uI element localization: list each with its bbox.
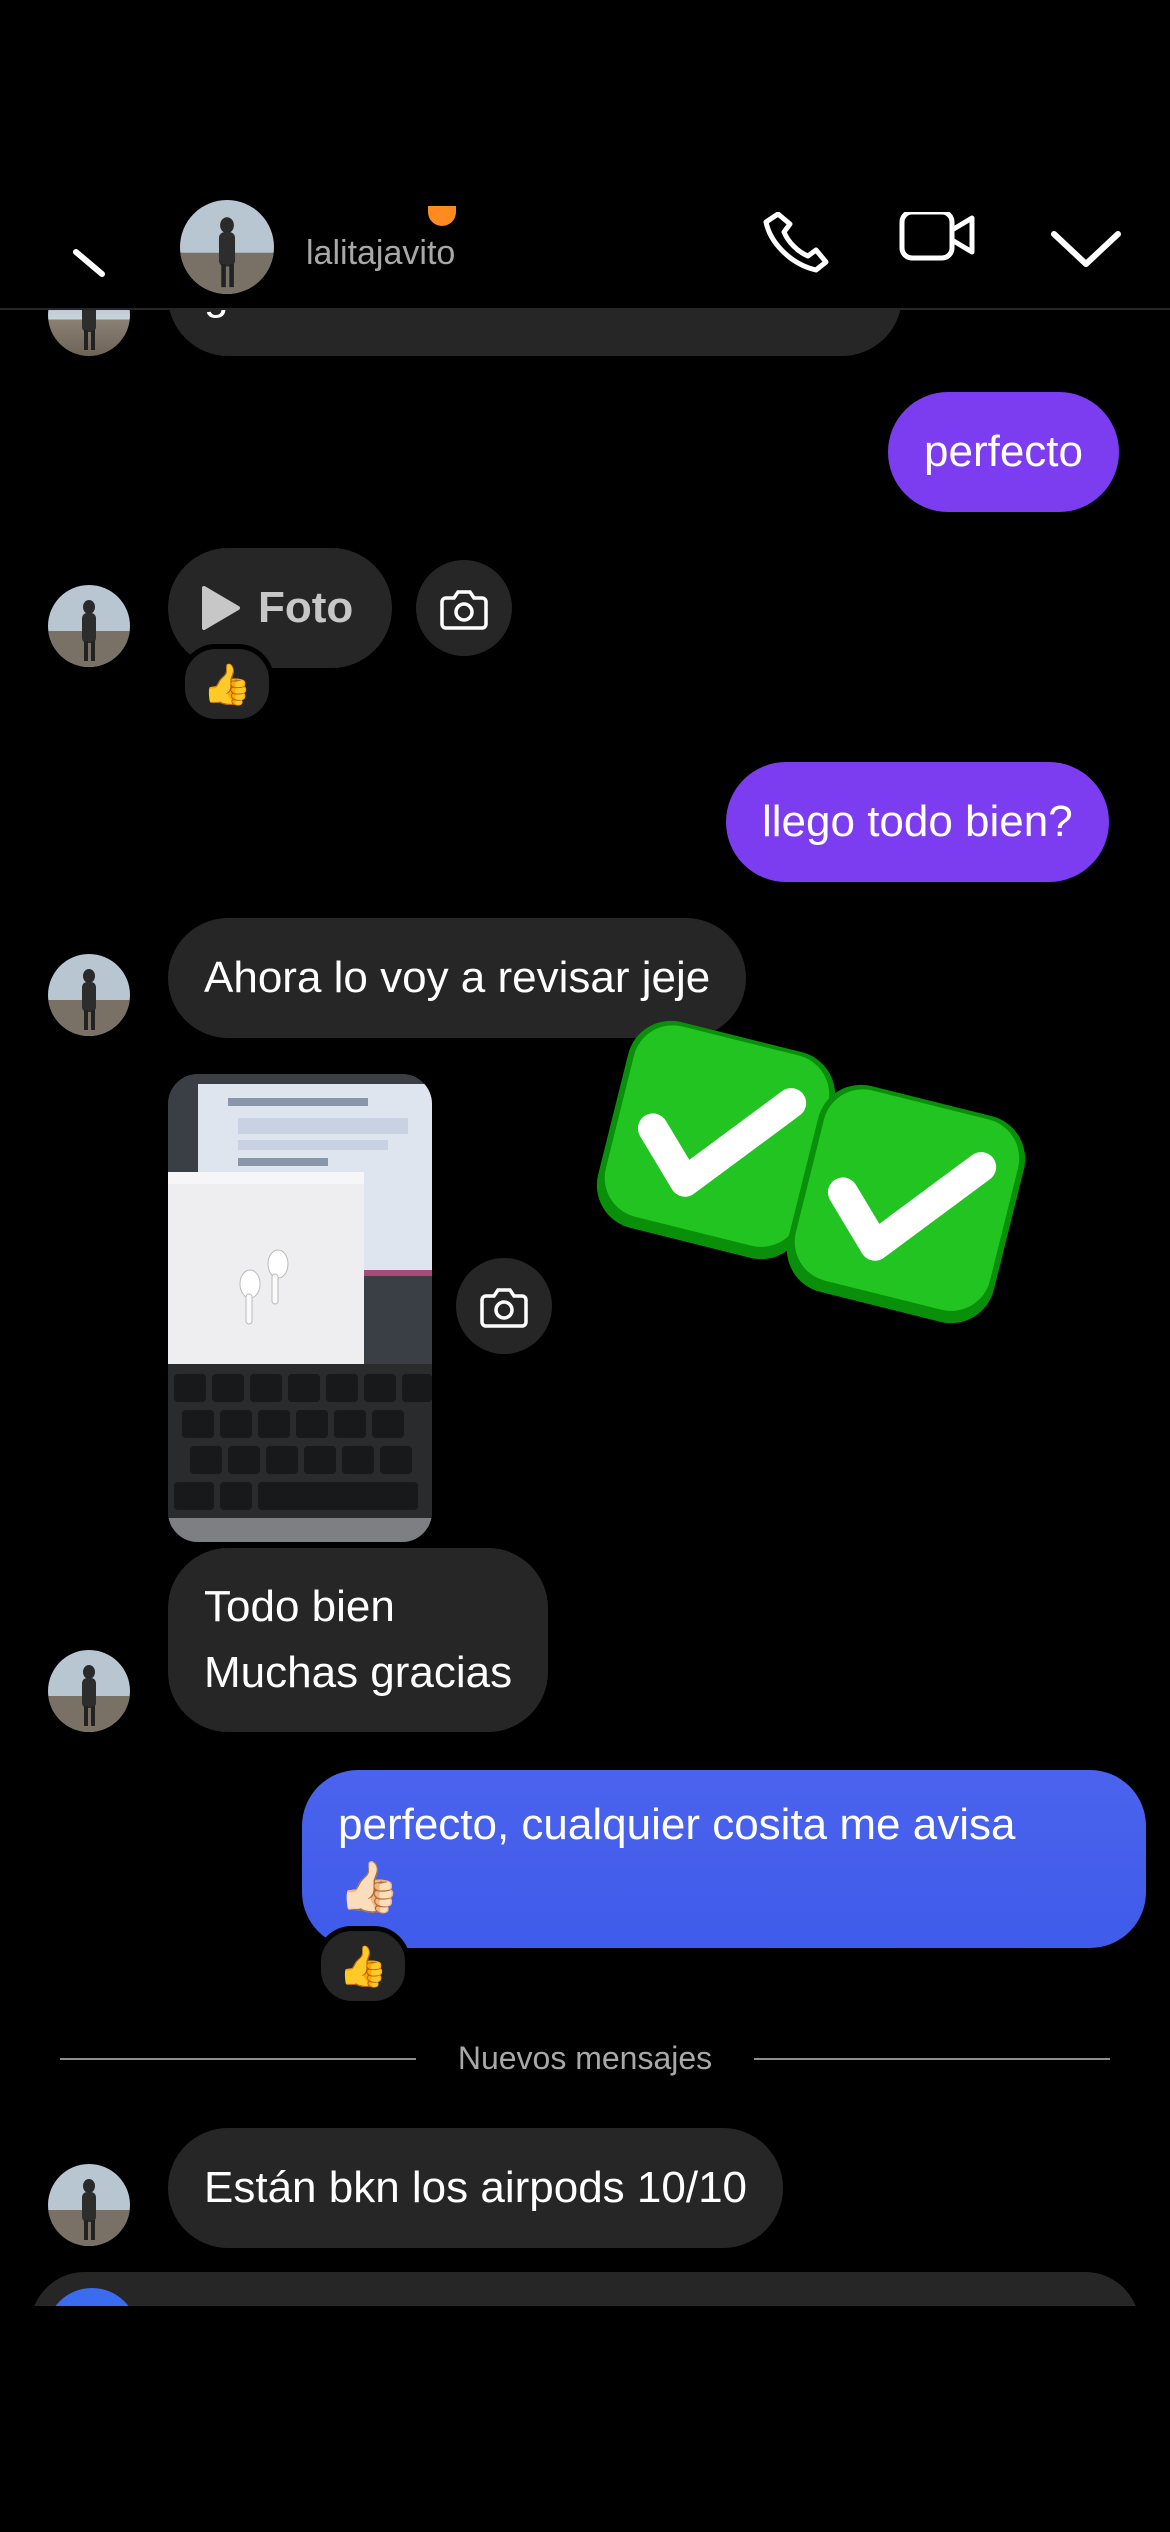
bottom-area (0, 2306, 1170, 2532)
message-text-line: Todo bien (204, 1582, 395, 1631)
status-indicator (428, 206, 456, 226)
reaction-emoji: 👍 (202, 662, 252, 707)
avatar[interactable] (48, 1650, 130, 1732)
avatar[interactable] (48, 954, 130, 1036)
new-messages-divider: Nuevos mensajes (457, 2040, 713, 2076)
chat-thread[interactable]: gracias perfecto Foto 👍 llego todo bien?… (0, 0, 1170, 2532)
video-camera-icon[interactable] (898, 212, 978, 282)
message-text-line: Muchas gracias (204, 1648, 513, 1697)
photo-label: Foto (258, 583, 354, 632)
airpods-box-photo (168, 1074, 432, 1542)
reaction-badge[interactable]: 👍 (180, 644, 274, 724)
reaction-badge[interactable]: 👍 (316, 1926, 410, 2006)
message-text: llego todo bien? (762, 797, 1073, 846)
message-text: perfecto, cualquier cosita me avisa (338, 1800, 1016, 1849)
avatar[interactable] (48, 585, 130, 667)
message-text: perfecto (924, 427, 1083, 476)
message-bubble-outgoing[interactable]: perfecto (888, 392, 1119, 512)
header-username[interactable]: lalitajavito (306, 234, 455, 273)
chevron-down-icon[interactable] (1046, 212, 1126, 282)
divider-line (60, 2058, 416, 2060)
phone-icon[interactable] (760, 212, 840, 282)
back-icon[interactable] (62, 222, 122, 282)
message-emoji: 👍🏻 (338, 1859, 401, 1915)
check-mark-button-icon (786, 1084, 1026, 1324)
camera-button[interactable] (456, 1258, 552, 1354)
message-bubble-outgoing[interactable]: perfecto, cualquier cosita me avisa 👍🏻 (302, 1770, 1146, 1948)
chat-header: lalitajavito (0, 0, 1170, 310)
header-avatar[interactable] (180, 200, 274, 294)
avatar[interactable] (48, 2164, 130, 2246)
message-text: Ahora lo voy a revisar jeje (204, 953, 711, 1002)
photo-message[interactable] (168, 1074, 432, 1542)
reaction-emoji: 👍 (338, 1944, 388, 1989)
camera-button[interactable] (416, 560, 512, 656)
camera-icon (480, 1288, 528, 1328)
camera-icon (440, 590, 488, 630)
divider-line (754, 2058, 1110, 2060)
play-icon (202, 586, 240, 630)
message-text: Están bkn los airpods 10/10 (204, 2163, 748, 2212)
message-bubble-incoming[interactable]: Están bkn los airpods 10/10 (168, 2128, 784, 2248)
message-bubble-incoming[interactable]: Todo bien Muchas gracias (168, 1548, 549, 1732)
message-bubble-outgoing[interactable]: llego todo bien? (726, 762, 1109, 882)
